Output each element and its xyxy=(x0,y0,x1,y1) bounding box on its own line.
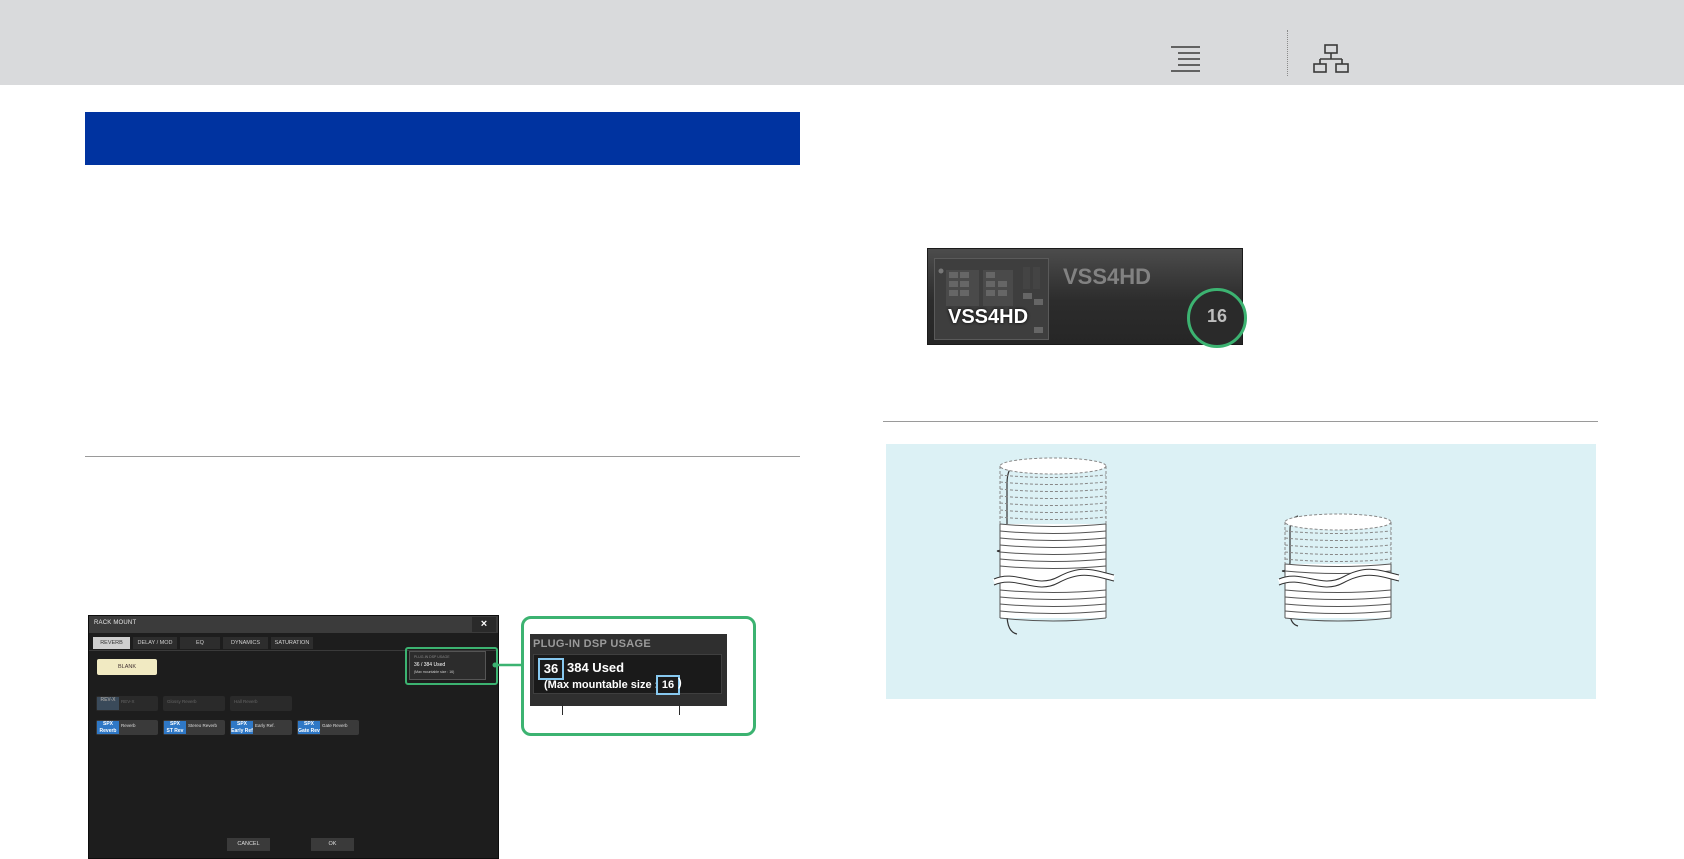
max-size-label: (Max mountable size : xyxy=(544,679,659,691)
site-map-icon[interactable] xyxy=(1313,44,1349,74)
plugin-name: Early Ref. xyxy=(255,723,275,728)
tab-saturation[interactable]: SATURATION xyxy=(271,637,313,649)
module-name-large: VSS4HD xyxy=(1063,264,1152,289)
section-divider xyxy=(883,421,1598,422)
plugin-tag: ST Rev xyxy=(166,728,184,734)
window-titlebar xyxy=(89,616,498,633)
max-size-close: ) xyxy=(678,677,682,689)
plugin-tile[interactable]: SPX Reverb Reverb xyxy=(96,720,158,735)
plugin-logo-text: SPX xyxy=(303,721,314,727)
table-of-contents-icon[interactable] xyxy=(1168,45,1202,73)
usage-readout: 36 384 Used (Max mountable size : 16 ) xyxy=(533,654,722,695)
window-title: RACK MOUNT xyxy=(94,620,137,626)
ok-button[interactable]: OK xyxy=(311,838,354,851)
used-value-box: 36 xyxy=(538,658,564,680)
cancel-button[interactable]: CANCEL xyxy=(227,838,270,851)
blank-button[interactable]: BLANK xyxy=(97,659,157,675)
usage-title: PLUG-IN DSP USAGE xyxy=(533,638,651,650)
plugin-tile[interactable]: SPX Gate Rev Gate Reverb xyxy=(297,720,359,735)
plugin-logo-text: SPX xyxy=(169,721,180,727)
plugin-name: Reverb xyxy=(121,723,136,728)
tab-dynamics[interactable]: DYNAMICS xyxy=(223,637,268,649)
spx-logo: SPX Reverb xyxy=(97,721,119,734)
module-name-small: VSS4HD xyxy=(948,306,1029,328)
dsp-usage-panel: PLUG-IN DSP USAGE 36 384 Used (Max mount… xyxy=(530,634,727,706)
spx-logo: SPX Gate Rev xyxy=(298,721,320,734)
spx-logo: SPX ST Rev xyxy=(164,721,186,734)
close-button[interactable]: × xyxy=(472,617,496,632)
plugin-tag: Gate Rev xyxy=(298,728,320,734)
tab-eq[interactable]: EQ xyxy=(180,637,220,649)
right-stack xyxy=(1277,513,1400,622)
section-banner xyxy=(85,112,800,165)
plugin-name: Glossy Reverb xyxy=(167,699,197,704)
used-total-text: 384 Used xyxy=(567,660,625,675)
plugin-tile[interactable]: Hall Reverb xyxy=(230,696,292,711)
plugin-name: Hall Reverb xyxy=(234,699,258,704)
top-bar xyxy=(0,0,1684,85)
plugin-name: REV-X xyxy=(121,699,135,704)
plugin-name: Stereo Reverb xyxy=(188,723,218,728)
plugin-logo-text: SPX xyxy=(236,721,247,727)
usage-highlight-frame xyxy=(405,647,498,685)
plugin-logo: REV-X xyxy=(97,697,119,710)
note-box xyxy=(886,444,1596,699)
max-size-value-box: 16 xyxy=(656,675,680,695)
pointer-line xyxy=(679,703,680,715)
plugin-tile[interactable]: Glossy Reverb xyxy=(163,696,225,711)
plugin-tag: Reverb xyxy=(99,728,117,734)
plugin-tile[interactable]: SPX Early Ref Early Ref. xyxy=(230,720,292,735)
module-size-value: 16 xyxy=(1206,306,1228,326)
dsp-usage-callout: PLUG-IN DSP USAGE 36 384 Used (Max mount… xyxy=(521,616,756,736)
plugin-logo-text: SPX xyxy=(102,721,113,727)
left-stack xyxy=(992,457,1115,622)
tab-reverb[interactable]: REVERB xyxy=(93,637,130,649)
pointer-line xyxy=(562,703,563,715)
module-size-badge: 16 xyxy=(1187,288,1247,348)
dsp-stack-illustration xyxy=(992,457,1400,635)
plugin-tile[interactable]: SPX ST Rev Stereo Reverb xyxy=(163,720,225,735)
plugin-name: Gate Reverb xyxy=(322,723,348,728)
plugin-tag: Early Ref xyxy=(231,728,253,734)
tab-delay-mod[interactable]: DELAY / MOD xyxy=(133,637,177,649)
section-divider xyxy=(85,456,800,457)
topbar-divider xyxy=(1287,30,1288,76)
plugin-tile[interactable]: REV-X REV-X xyxy=(96,696,158,711)
spx-logo: SPX Early Ref xyxy=(231,721,253,734)
